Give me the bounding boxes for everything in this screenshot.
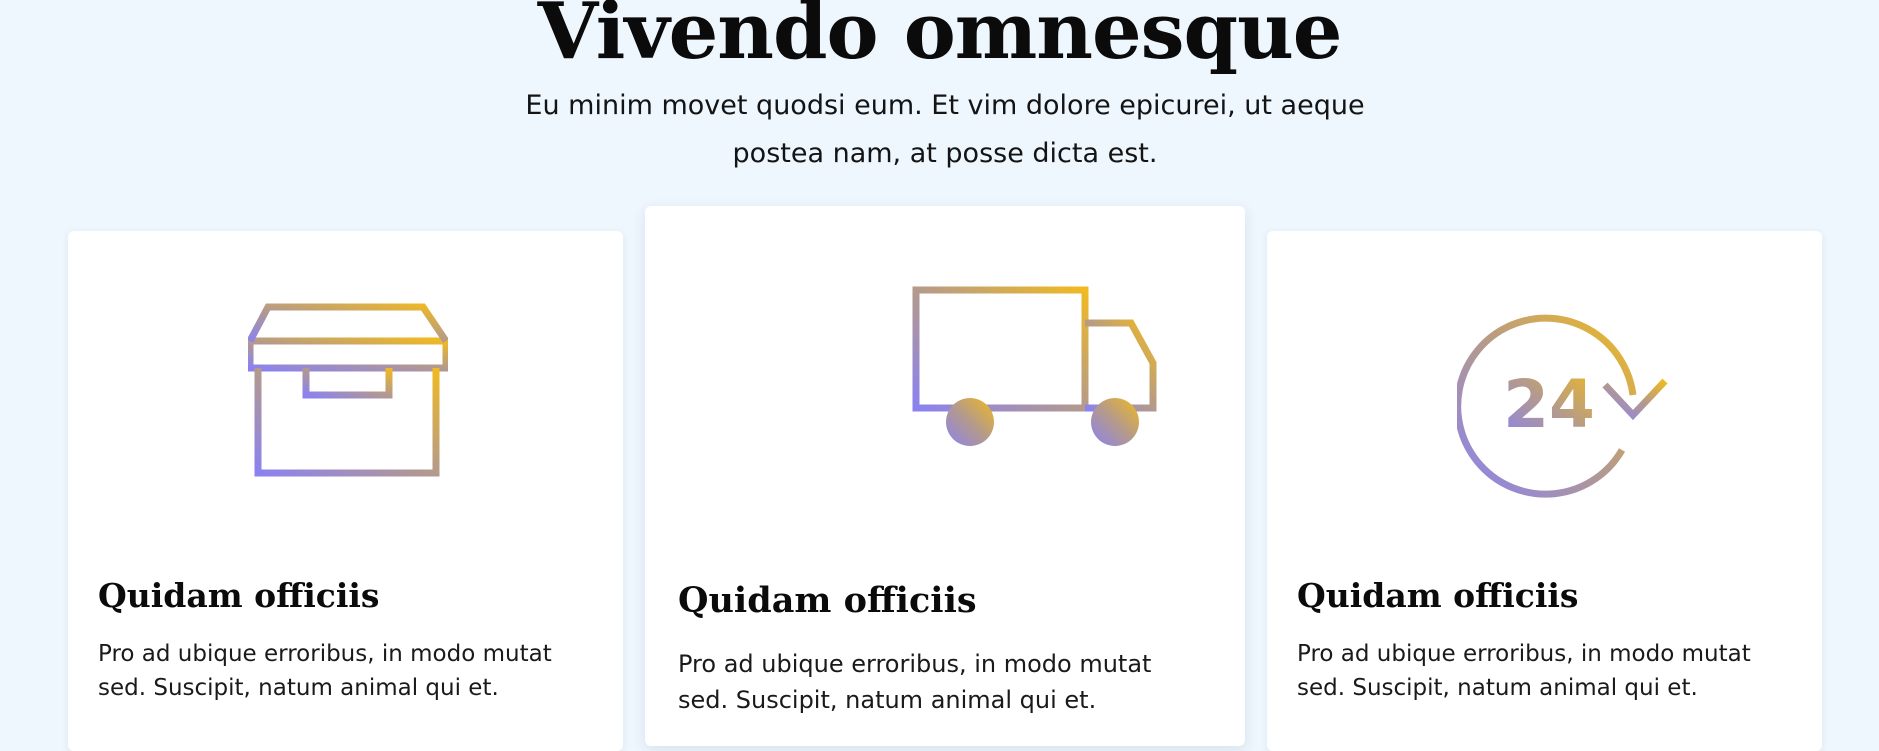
delivery-truck-icon (855, 286, 1157, 446)
feature-title: Quidam officiis (98, 576, 380, 615)
24-hours-icon: 24 (1457, 314, 1668, 498)
feature-card-support: 24 Quidam officiis Pro ad ubique errorib… (1267, 231, 1822, 751)
24-hours-label: 24 (1503, 366, 1595, 443)
feature-description: Pro ad ubique erroribus, in modo mutat s… (678, 650, 1152, 714)
feature-card-delivery: Quidam officiis Pro ad ubique erroribus,… (645, 206, 1245, 746)
feature-description: Pro ad ubique erroribus, in modo mutat s… (98, 641, 552, 701)
feature-title: Quidam officiis (678, 580, 977, 621)
feature-card-storage: Quidam officiis Pro ad ubique erroribus,… (68, 231, 623, 751)
archive-box-icon (248, 303, 448, 477)
feature-description: Pro ad ubique erroribus, in modo mutat s… (1297, 641, 1751, 701)
page-subtitle: Eu minim movet quodsi eum. Et vim dolore… (525, 90, 1365, 169)
feature-title: Quidam officiis (1297, 576, 1579, 615)
page-title: Vivendo omnesque (537, 0, 1343, 77)
